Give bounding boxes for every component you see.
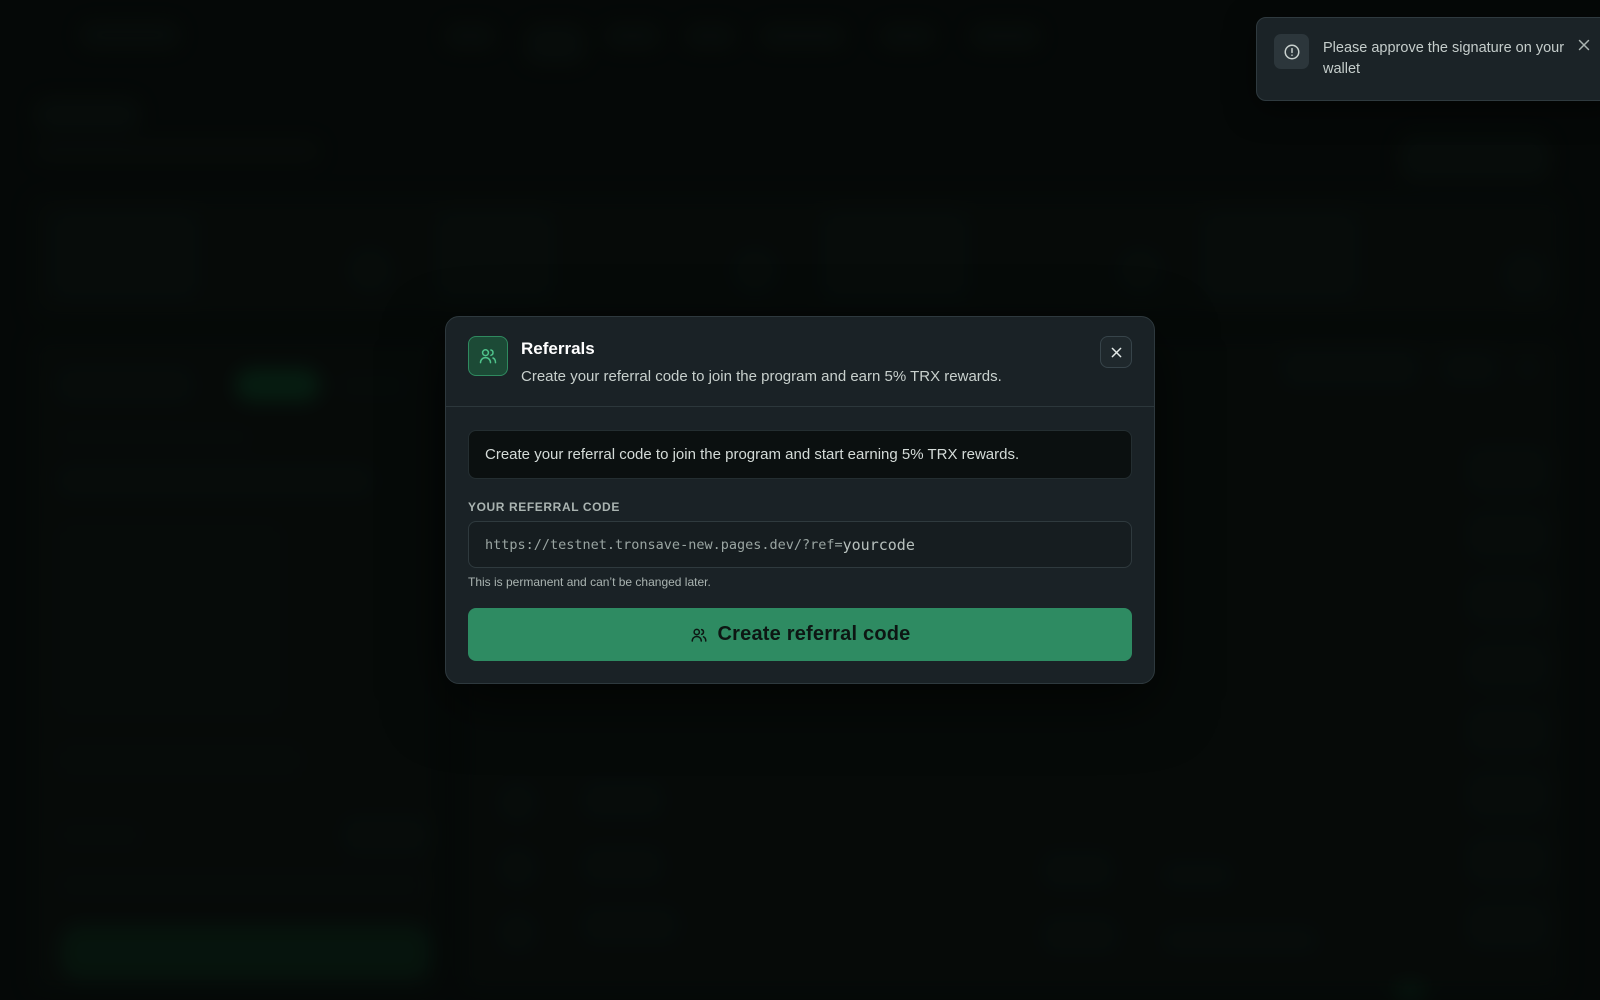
wallet-signature-toast: Please approve the signature on your wal…	[1256, 17, 1600, 101]
close-icon	[1111, 347, 1121, 357]
modal-title: Referrals	[521, 339, 595, 358]
users-icon	[691, 628, 706, 642]
users-icon	[468, 336, 508, 376]
referrals-modal: Referrals Create your referral code to j…	[445, 316, 1155, 684]
info-message: Create your referral code to join the pr…	[468, 430, 1132, 479]
toast-message: Please approve the signature on your wal…	[1323, 40, 1565, 77]
referral-code-label: YOUR REFERRAL CODE	[468, 500, 620, 514]
referral-code-input[interactable]: https://testnet.tronsave-new.pages.dev/?…	[468, 521, 1132, 568]
modal-close-button[interactable]	[1100, 336, 1132, 368]
referral-url-prefix: https://testnet.tronsave-new.pages.dev/?…	[485, 536, 843, 553]
create-referral-code-button[interactable]: Create referral code	[468, 608, 1132, 661]
modal-subtitle: Create your referral code to join the pr…	[521, 368, 1002, 385]
modal-header: Referrals Create your referral code to j…	[446, 317, 1154, 407]
close-icon	[1578, 39, 1590, 51]
helper-text: This is permanent and can’t be changed l…	[468, 575, 711, 589]
referral-code-placeholder: yourcode	[842, 535, 915, 554]
alert-circle-icon	[1274, 34, 1309, 69]
toast-close-button[interactable]	[1576, 37, 1592, 53]
create-referral-code-label: Create referral code	[717, 623, 911, 645]
